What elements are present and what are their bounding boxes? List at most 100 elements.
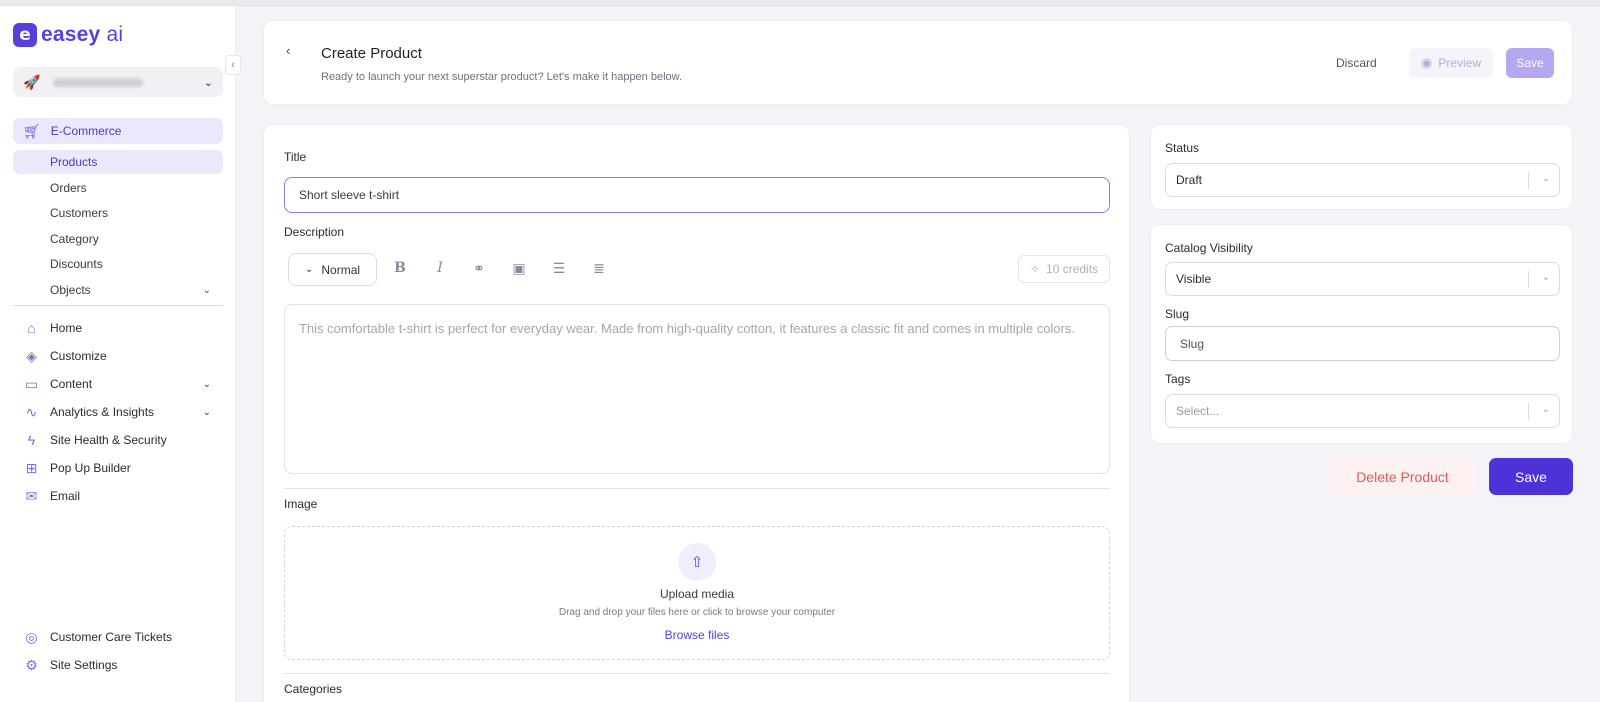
site-name-blurred [53, 77, 143, 87]
save-button[interactable]: Save [1489, 458, 1573, 495]
chevron-down-icon: ⌄ [203, 76, 213, 89]
bold-icon[interactable]: B [390, 260, 410, 276]
slug-input[interactable]: Slug [1165, 326, 1560, 361]
site-selector[interactable]: 🚀 ⌄ [13, 67, 223, 97]
nav-popup-builder[interactable]: ⊞ Pop Up Builder [13, 456, 223, 480]
slug-label: Slug [1165, 307, 1190, 321]
link-icon[interactable]: ⚭ [469, 260, 489, 277]
chevron-down-icon: ⌄ [1541, 404, 1550, 415]
nav-sub-products[interactable]: Products [13, 150, 223, 174]
nav-sub-label: Category [50, 232, 99, 246]
lightning-icon: ϟ [27, 432, 36, 448]
grid-icon: ⊞ [25, 459, 38, 476]
ai-credits-button[interactable]: ✧ 10 credits [1018, 255, 1110, 283]
numbered-list-icon[interactable]: ≣ [589, 260, 609, 277]
cart-icon: 🛒︎ [23, 122, 41, 139]
description-editor[interactable]: This comfortable t-shirt is perfect for … [284, 304, 1110, 474]
nav-customize[interactable]: ◈ Customize [13, 344, 223, 368]
divider [284, 488, 1110, 489]
delete-product-button[interactable]: Delete Product [1329, 458, 1476, 495]
nav-sub-discounts[interactable]: Discounts [13, 252, 223, 276]
browse-files-link[interactable]: Browse files [285, 628, 1109, 642]
page-title: Create Product [321, 45, 422, 62]
nav-label: Customer Care Tickets [50, 630, 173, 644]
logo-mark: e [13, 23, 37, 47]
tags-select[interactable]: Select... ⌄ [1165, 394, 1560, 428]
divider [284, 673, 1110, 674]
chevron-down-icon: ⌄ [1541, 173, 1550, 184]
chevron-down-icon: ⌄ [202, 378, 211, 390]
nav-label: Home [50, 321, 83, 335]
nav-ecommerce-label: E-Commerce [50, 124, 122, 138]
status-select[interactable]: Draft ⌄ [1165, 163, 1560, 197]
description-label: Description [284, 225, 345, 239]
nav-label: Site Settings [50, 658, 118, 672]
rocket-icon: 🚀 [23, 73, 41, 90]
chevron-down-icon: ⌄ [1541, 272, 1550, 283]
tags-placeholder: Select... [1176, 404, 1220, 418]
italic-icon[interactable]: I [430, 260, 450, 276]
save-button-header[interactable]: Save [1506, 48, 1554, 78]
text-format-select[interactable]: ⌄ Normal [288, 253, 377, 286]
nav-sub-orders[interactable]: Orders [13, 176, 223, 200]
select-separator [1528, 271, 1529, 288]
nav-label: Pop Up Builder [50, 461, 131, 475]
page-header: ‹ Create Product Ready to launch your ne… [263, 20, 1573, 105]
title-label: Title [284, 150, 307, 164]
logo-text: easey ai [41, 23, 124, 46]
visibility-select[interactable]: Visible ⌄ [1165, 262, 1560, 296]
credits-label: 10 credits [1046, 262, 1099, 276]
select-separator [1528, 403, 1529, 420]
nav-ecommerce[interactable]: 🛒︎ E-Commerce [13, 118, 223, 144]
home-icon: ⌂ [27, 320, 36, 336]
sparkle-icon: ✧ [1029, 262, 1041, 276]
nav-sub-category[interactable]: Category [13, 227, 223, 251]
collapse-sidebar-button[interactable]: ‹ [225, 55, 241, 75]
nav-analytics[interactable]: ∿ Analytics & Insights ⌄ [13, 400, 223, 424]
nav-home[interactable]: ⌂ Home [13, 316, 223, 340]
tags-label: Tags [1165, 372, 1191, 386]
image-label: Image [284, 497, 318, 511]
bullet-list-icon[interactable]: ☰ [549, 260, 569, 277]
upload-dropzone[interactable]: ⇧ Upload media Drag and drop your files … [284, 526, 1110, 660]
title-input[interactable]: Short sleeve t-shirt [284, 177, 1110, 213]
nav-site-health[interactable]: ϟ Site Health & Security [13, 428, 223, 452]
activity-icon: ∿ [25, 403, 38, 420]
nav-sub-label: Objects [50, 283, 91, 297]
text-format-label: Normal [321, 262, 361, 277]
nav-label: Customize [50, 349, 107, 363]
visibility-card: Catalog Visibility Visible ⌄ Slug Slug T… [1150, 224, 1573, 444]
visibility-label: Catalog Visibility [1165, 241, 1253, 255]
lifebuoy-icon: ◎ [25, 628, 38, 645]
visibility-value: Visible [1176, 272, 1212, 286]
nav-sub-customers[interactable]: Customers [13, 201, 223, 225]
folder-icon: ▭ [24, 375, 39, 392]
nav-label: Email [50, 489, 81, 503]
logo[interactable]: e easey ai [13, 23, 123, 47]
discard-button[interactable]: Discard [1336, 56, 1377, 70]
preview-button[interactable]: ◉ Preview [1409, 48, 1493, 78]
categories-label: Categories [284, 682, 343, 696]
eye-icon: ◉ [1420, 55, 1433, 70]
nav-sub-objects[interactable]: Objects ⌄ [13, 278, 223, 302]
nav-content[interactable]: ▭ Content ⌄ [13, 372, 223, 396]
chevron-down-icon: ⌄ [202, 406, 211, 418]
select-separator [1528, 172, 1529, 189]
status-value: Draft [1176, 173, 1203, 187]
nav-site-settings[interactable]: ⚙ Site Settings [13, 653, 223, 677]
upload-cloud-icon: ⇧ [678, 543, 716, 581]
status-card: Status Draft ⌄ [1150, 124, 1573, 210]
nav-label: Site Health & Security [50, 433, 167, 447]
nav-customer-care[interactable]: ◎ Customer Care Tickets [13, 625, 223, 649]
nav-sub-label: Customers [50, 206, 109, 220]
image-icon[interactable]: ▣ [509, 260, 529, 277]
chevron-down-icon: ⌄ [202, 284, 211, 296]
nav-email[interactable]: ✉ Email [13, 484, 223, 508]
sidebar: e easey ai ‹ 🚀 ⌄ 🛒︎ E-Commerce Products … [0, 6, 241, 702]
nav-sub-label: Orders [50, 181, 87, 195]
back-button[interactable]: ‹ [286, 43, 290, 58]
nav-sub-label: Discounts [50, 257, 103, 271]
page-subtitle: Ready to launch your next superstar prod… [321, 71, 683, 83]
nav-label: Content [50, 377, 93, 391]
nav-sub-label: Products [50, 155, 98, 169]
